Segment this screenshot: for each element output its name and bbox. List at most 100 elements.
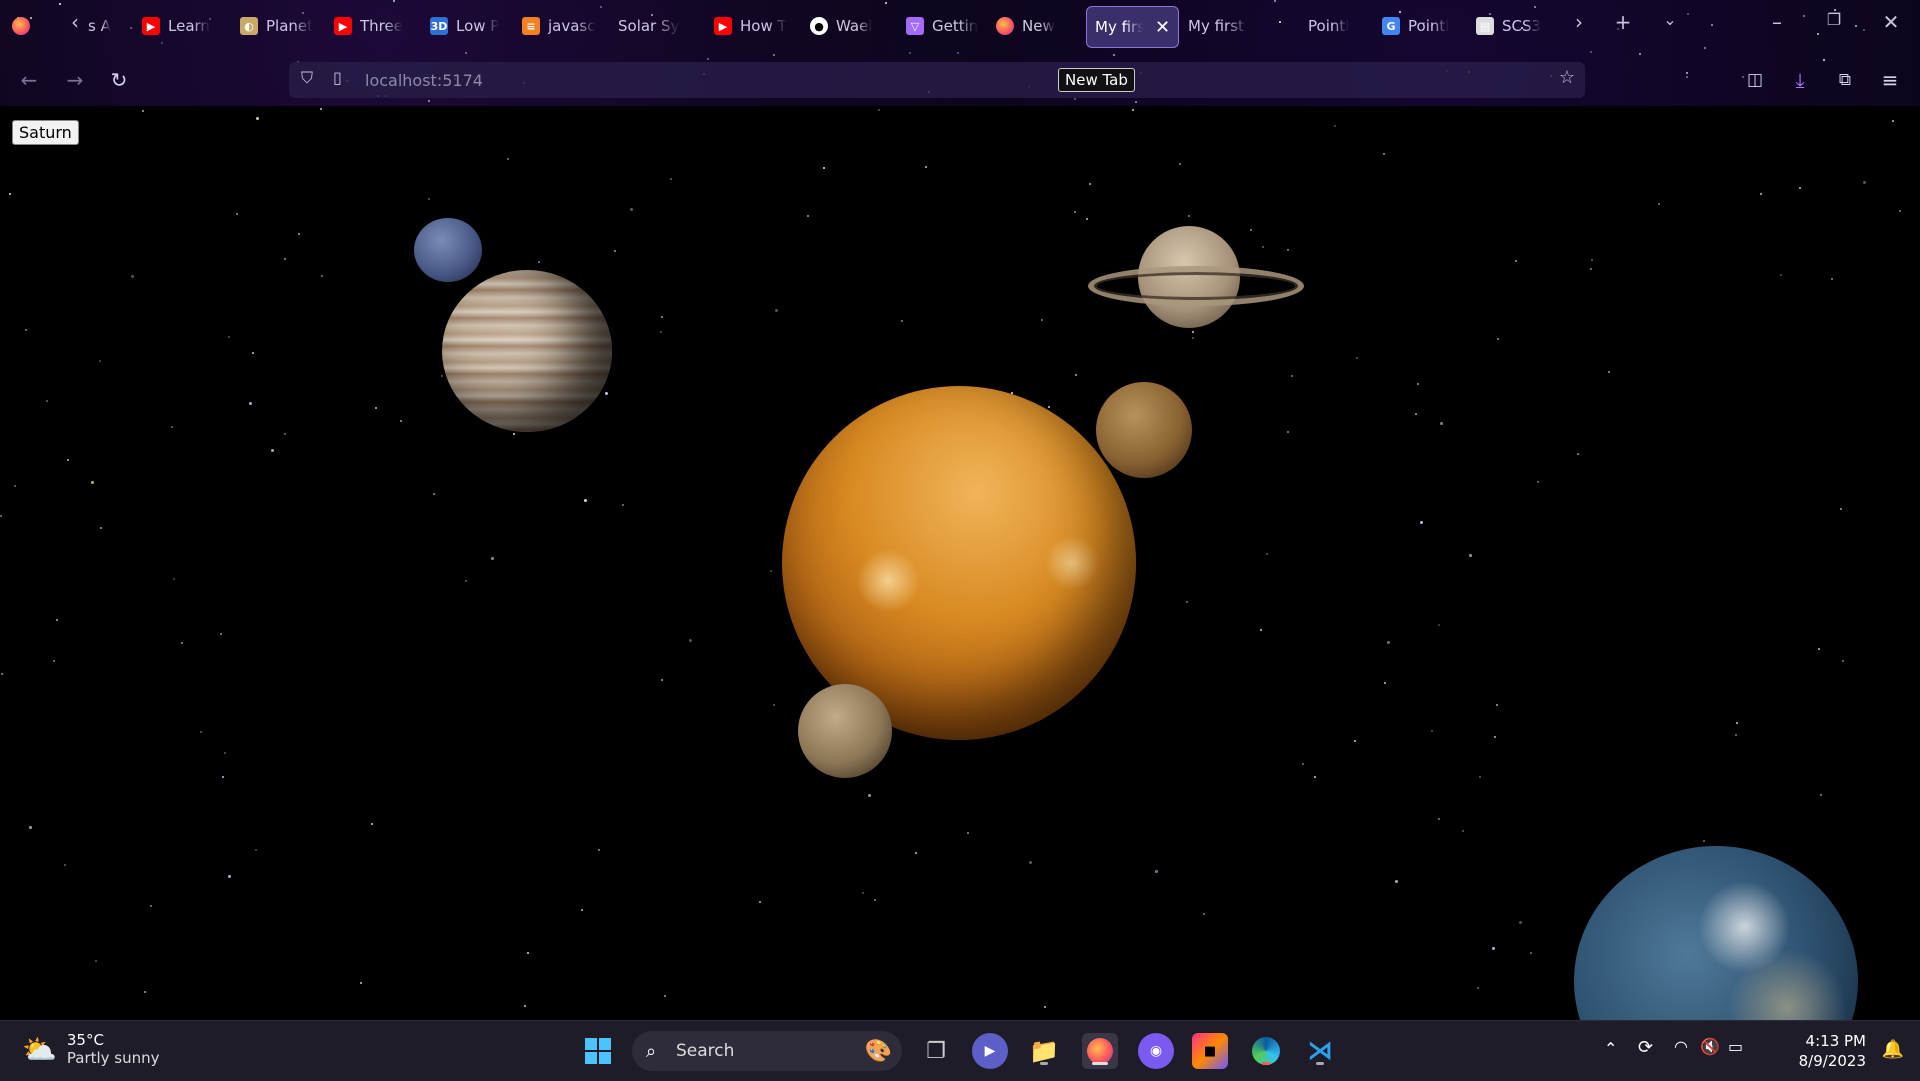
star (1048, 406, 1050, 408)
star (284, 258, 286, 260)
firefox-menu-icon[interactable] (12, 6, 30, 46)
taskbar-search[interactable]: ⌕ Search 🎨 (632, 1031, 902, 1071)
shield-icon[interactable]: ⛉ (301, 68, 313, 88)
close-tab-icon[interactable]: ✕ (1155, 17, 1170, 38)
url-bar[interactable]: ⛉ ▯ localhost:5174 ☆ (289, 62, 1585, 98)
start-button[interactable] (580, 1033, 616, 1069)
scroll-tabs-right-icon[interactable]: › (1564, 10, 1594, 34)
star (1818, 648, 1820, 650)
star (1, 673, 3, 675)
scroll-tabs-left-icon[interactable]: ‹ (60, 10, 90, 34)
forward-icon[interactable]: → (60, 66, 90, 94)
star (1703, 840, 1705, 842)
file-explorer-icon[interactable]: 📁 (1026, 1033, 1062, 1069)
vscode-icon[interactable]: ⋊ (1302, 1033, 1338, 1069)
tab-2[interactable]: ◐ Planet (240, 6, 313, 46)
star (1530, 952, 1532, 954)
solar-system-canvas[interactable]: Saturn (0, 106, 1920, 1020)
tab-7[interactable]: ▶ How T (714, 6, 787, 46)
downloads-icon[interactable]: ⤓ (1785, 66, 1815, 94)
youtube-icon: ▶ (142, 17, 160, 35)
star (284, 433, 286, 435)
page-icon[interactable]: ▯ (333, 68, 342, 87)
neptune-planet[interactable] (414, 218, 482, 282)
star (236, 213, 238, 215)
star (807, 215, 809, 217)
star (664, 995, 666, 997)
clock[interactable]: 4:13 PM 8/9/2023 (1799, 1031, 1866, 1071)
star (67, 459, 69, 461)
bookmark-star-icon[interactable]: ☆ (1559, 67, 1575, 88)
firefox-icon (996, 17, 1014, 35)
url-text[interactable]: localhost:5174 (365, 71, 483, 90)
tab-0[interactable]: s A (88, 6, 111, 46)
tab-13[interactable]: Pointl (1308, 6, 1349, 46)
new-tab-button[interactable]: + (1608, 10, 1638, 34)
star (773, 704, 775, 706)
star (878, 109, 880, 111)
teams-chat-icon[interactable]: ▶ (972, 1033, 1008, 1069)
tooltip: New Tab (1058, 68, 1135, 92)
show-hidden-icons-icon[interactable]: ⌃ (1604, 1039, 1617, 1058)
star (1334, 125, 1336, 127)
star (428, 198, 430, 200)
star (1192, 331, 1194, 333)
firefox-taskbar-icon[interactable] (1082, 1033, 1118, 1069)
star (144, 991, 146, 993)
star (823, 167, 825, 169)
mercury-planet[interactable] (798, 684, 892, 778)
jupiter-planet[interactable] (442, 270, 612, 432)
sync-icon[interactable]: ⟳ (1638, 1037, 1653, 1058)
star (1287, 249, 1289, 251)
edge-icon[interactable] (1248, 1033, 1284, 1069)
tab-6[interactable]: Solar Sys (618, 6, 680, 46)
star (252, 352, 254, 354)
tab-9[interactable]: ▽ Gettin (906, 6, 978, 46)
weather-condition: Partly sunny (66, 1049, 160, 1067)
tab-8[interactable]: ● Wael (810, 6, 872, 46)
star (321, 275, 323, 277)
reload-icon[interactable]: ↻ (104, 66, 134, 94)
star (1840, 508, 1842, 510)
battery-icon[interactable]: ▭ (1728, 1037, 1743, 1056)
tab-14[interactable]: G Pointl (1382, 6, 1449, 46)
star (1462, 830, 1464, 832)
minimize-window-icon[interactable]: – (1762, 10, 1792, 34)
stackoverflow-icon: ≡ (522, 17, 540, 35)
wifi-icon[interactable]: ◠ (1674, 1037, 1688, 1056)
star (200, 731, 202, 733)
weather-widget[interactable]: ⛅ 35°C Partly sunny (22, 1031, 160, 1067)
extensions-icon[interactable]: ⧉ (1830, 66, 1860, 94)
app-menu-icon[interactable]: ≡ (1875, 66, 1905, 94)
pocket-icon[interactable]: ◫ (1740, 66, 1770, 94)
star (100, 527, 102, 529)
tab-5[interactable]: ≡ javasc (522, 6, 596, 46)
star (320, 108, 322, 110)
tab-3[interactable]: ▶ Three (334, 6, 403, 46)
tab-11[interactable]: My first ✕ (1086, 6, 1180, 48)
notifications-icon[interactable]: 🔔 (1882, 1039, 1904, 1060)
github-desktop-icon[interactable]: ◉ (1138, 1033, 1174, 1069)
tab-4[interactable]: 3D Low P (430, 6, 499, 46)
tab-label: Gettin (932, 17, 979, 35)
tab-10[interactable]: New (996, 6, 1055, 46)
list-all-tabs-icon[interactable]: ⌄ (1655, 10, 1685, 29)
earth-planet[interactable] (1574, 846, 1858, 1020)
star (1314, 776, 1316, 778)
tab-15[interactable]: ▤ SCS3 (1476, 6, 1541, 46)
star (1863, 181, 1866, 184)
tab-12[interactable]: My first th (1188, 6, 1250, 46)
saturn-button[interactable]: Saturn (12, 120, 79, 145)
back-icon[interactable]: ← (14, 66, 44, 94)
star (1515, 260, 1517, 262)
star (581, 909, 583, 911)
volume-muted-icon[interactable]: 🔇 (1700, 1037, 1720, 1056)
venus-planet[interactable] (1096, 382, 1192, 478)
close-window-icon[interactable]: ✕ (1876, 10, 1906, 34)
task-view-icon[interactable]: ❐ (918, 1033, 954, 1069)
star (222, 776, 224, 778)
jetbrains-toolbox-icon[interactable]: ■ (1192, 1033, 1228, 1069)
restore-window-icon[interactable]: ❐ (1819, 10, 1849, 29)
tab-1[interactable]: ▶ Learn (142, 6, 210, 46)
star (1799, 187, 1801, 189)
